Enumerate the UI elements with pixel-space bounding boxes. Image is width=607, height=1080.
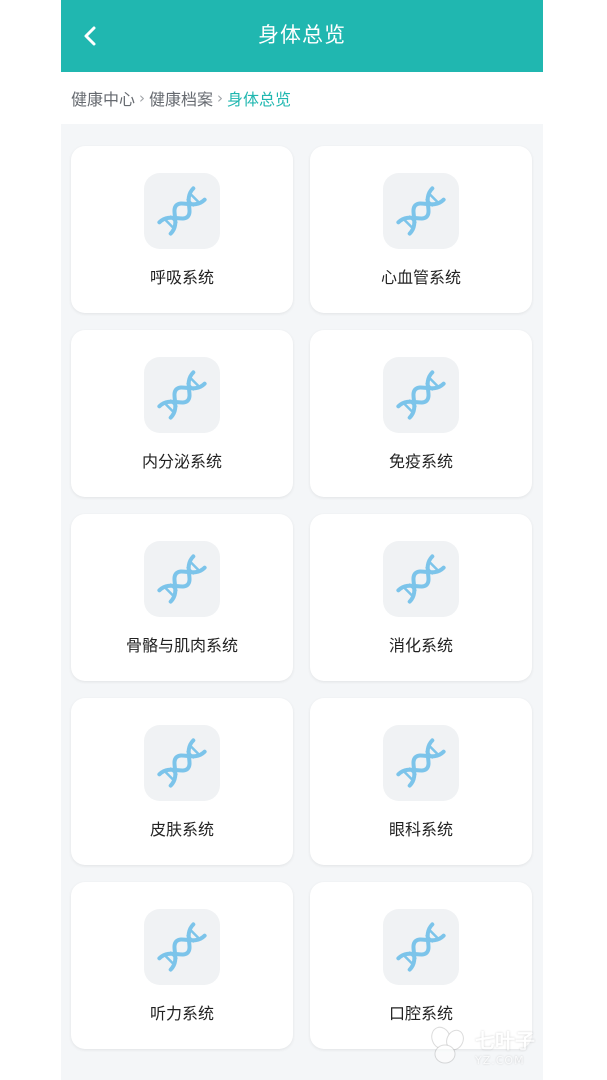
- system-card-label: 内分泌系统: [141, 452, 222, 471]
- dna-icon: [383, 541, 459, 617]
- breadcrumb: 健康中心 › 健康档案 › 身体总览: [61, 72, 543, 124]
- watermark-name: 七叶子: [475, 1029, 535, 1053]
- system-card-label: 皮肤系统: [149, 820, 214, 839]
- leaf-logo-icon: [431, 1026, 464, 1064]
- system-card-3[interactable]: 免疫系统: [310, 330, 532, 497]
- breadcrumb-separator: ›: [139, 89, 146, 107]
- system-card-6[interactable]: 皮肤系统: [71, 698, 293, 865]
- watermark: 七叶子 YZ.COM: [423, 1022, 535, 1070]
- page-title: 身体总览: [258, 23, 346, 47]
- app-screen: 身体总览 健康中心 › 健康档案 › 身体总览 呼吸系统 心血管系统 内分泌系统…: [61, 0, 543, 1080]
- system-card-8[interactable]: 听力系统: [71, 882, 293, 1049]
- system-card-label: 骨骼与肌肉系统: [125, 636, 238, 655]
- system-grid: 呼吸系统 心血管系统 内分泌系统 免疫系统 骨骼与肌肉系统 消化系统 皮肤系统 …: [71, 146, 533, 1049]
- dna-icon: [383, 173, 459, 249]
- breadcrumb-current: 身体总览: [227, 90, 292, 109]
- system-card-label: 听力系统: [149, 1004, 214, 1023]
- system-card-label: 免疫系统: [388, 452, 453, 471]
- dna-icon: [144, 357, 220, 433]
- dna-icon: [383, 357, 459, 433]
- system-card-label: 眼科系统: [388, 820, 453, 839]
- system-card-5[interactable]: 消化系统: [310, 514, 532, 681]
- dna-icon: [144, 541, 220, 617]
- dna-icon: [383, 725, 459, 801]
- dna-icon: [144, 725, 220, 801]
- header-bar: 身体总览: [61, 0, 543, 72]
- dna-icon: [144, 173, 220, 249]
- system-card-label: 呼吸系统: [149, 268, 214, 287]
- system-card-label: 口腔系统: [388, 1004, 453, 1023]
- system-card-4[interactable]: 骨骼与肌肉系统: [71, 514, 293, 681]
- system-card-7[interactable]: 眼科系统: [310, 698, 532, 865]
- system-card-label: 心血管系统: [380, 268, 461, 287]
- system-card-1[interactable]: 心血管系统: [310, 146, 532, 313]
- breadcrumb-separator: ›: [217, 89, 224, 107]
- breadcrumb-health-center[interactable]: 健康中心: [71, 86, 135, 110]
- dna-icon: [383, 909, 459, 985]
- system-card-label: 消化系统: [388, 636, 453, 655]
- dna-icon: [144, 909, 220, 985]
- watermark-url: YZ.COM: [475, 1054, 525, 1067]
- system-card-2[interactable]: 内分泌系统: [71, 330, 293, 497]
- system-card-0[interactable]: 呼吸系统: [71, 146, 293, 313]
- breadcrumb-health-records[interactable]: 健康档案: [149, 86, 213, 110]
